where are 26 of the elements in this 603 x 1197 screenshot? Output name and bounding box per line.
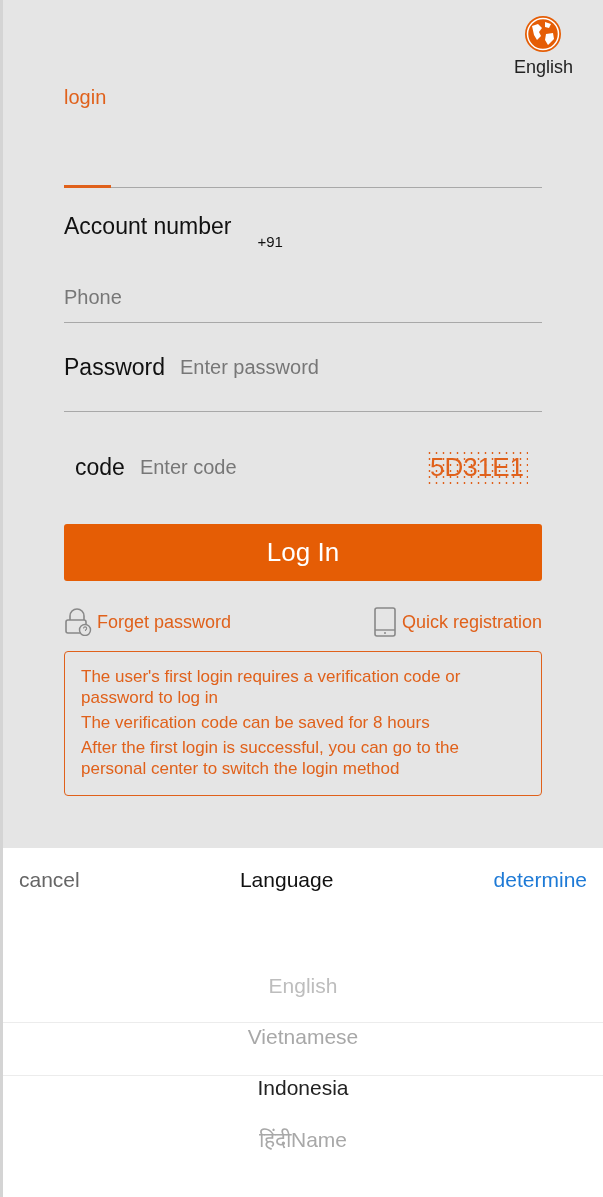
cancel-button[interactable]: cancel	[17, 864, 82, 896]
language-option[interactable]: English	[268, 973, 338, 998]
phone-field[interactable]: Phone	[64, 272, 542, 323]
forget-password-link[interactable]: Forget password	[64, 607, 232, 637]
notice-text: The verification code can be saved for 8 hours	[81, 712, 431, 733]
field-label: Account number	[64, 213, 232, 240]
password-field[interactable]: Enter password	[180, 352, 542, 382]
login-button[interactable]: Log In	[64, 524, 542, 581]
phone-icon	[372, 607, 397, 637]
country-code[interactable]: +91	[257, 233, 283, 250]
registration-link[interactable]: Quick registration	[372, 607, 542, 637]
language-option[interactable]: Vietnamese	[247, 1024, 359, 1049]
captcha-image[interactable]: 5D31E1	[426, 449, 528, 485]
notice-text: After the first login is successful, you can go to the personal center to switch the login method	[81, 737, 460, 779]
field-label: Password	[64, 353, 165, 381]
notice-text: The user's first login requires a verification code or password to log in	[81, 666, 462, 708]
field-label: code	[75, 453, 125, 481]
language-button[interactable]: English	[513, 14, 573, 78]
globe-icon	[523, 14, 564, 54]
confirm-button[interactable]: determine	[491, 864, 589, 896]
language-option[interactable]: Indonesia	[257, 1075, 349, 1100]
picker-title: Language	[239, 868, 334, 892]
language-option[interactable]: हिंदीName	[259, 1124, 347, 1153]
lock-icon	[64, 608, 92, 636]
login-tab[interactable]: login	[64, 86, 107, 108]
code-field[interactable]: Enter code	[139, 452, 427, 482]
